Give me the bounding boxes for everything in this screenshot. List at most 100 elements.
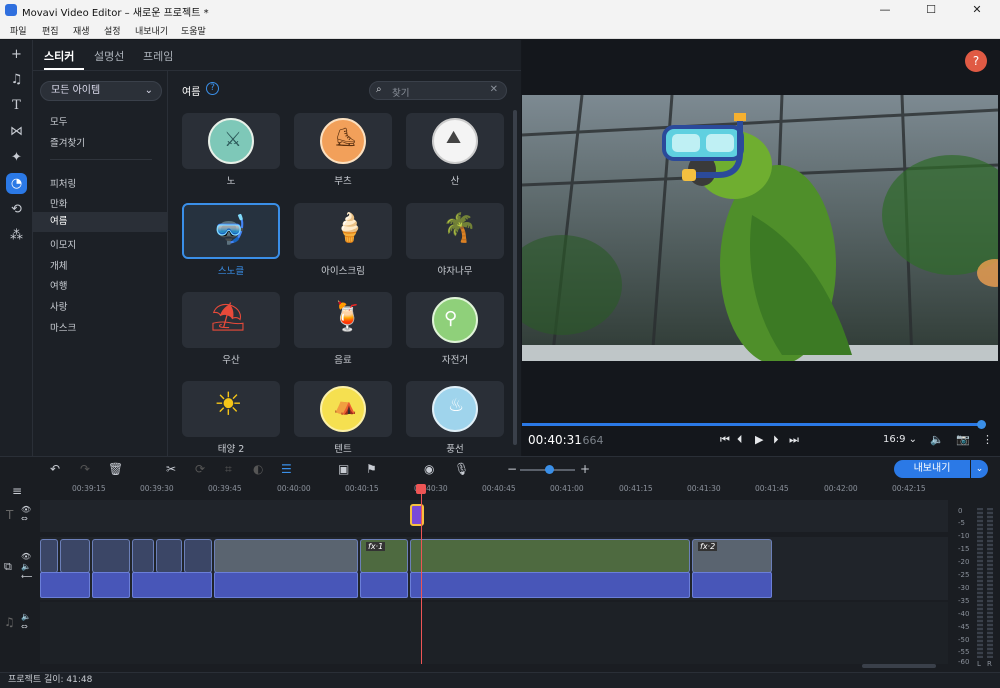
audio-clip[interactable] xyxy=(40,572,90,598)
sticker-oar[interactable]: ⚔ xyxy=(182,113,280,169)
cut-icon[interactable]: ✂ xyxy=(166,462,176,476)
stickers-icon[interactable]: ◔ xyxy=(6,173,27,194)
category-cartoon[interactable]: 만화 xyxy=(50,196,67,210)
playback-progress[interactable] xyxy=(522,423,982,426)
search-input[interactable]: 찾기 xyxy=(392,85,409,99)
sticker-sun[interactable]: ☀ xyxy=(182,381,280,437)
category-dropdown[interactable]: 모든 아이템 ⌄ xyxy=(40,81,162,101)
help-icon[interactable]: ? xyxy=(206,82,219,95)
menu-file[interactable]: 파일 xyxy=(10,24,27,37)
record-icon[interactable]: ◉ xyxy=(424,462,434,476)
play-icon[interactable]: ▶ xyxy=(755,433,763,446)
color-adjust-icon[interactable]: ◐ xyxy=(253,462,263,476)
undo-icon[interactable]: ↶ xyxy=(50,462,60,476)
video-clip[interactable] xyxy=(40,539,58,573)
video-clip[interactable]: fx·1 xyxy=(360,539,408,573)
export-button[interactable]: 내보내기 xyxy=(894,460,970,478)
video-track-controls-icon[interactable]: 👁 🔈 ⟵ xyxy=(21,552,32,582)
more-options-icon[interactable]: ⋮ xyxy=(982,433,993,446)
video-clip[interactable] xyxy=(132,539,154,573)
microphone-icon[interactable]: 🎙 xyxy=(454,462,469,476)
tab-callouts[interactable]: 설명선 xyxy=(94,48,124,64)
menu-settings[interactable]: 설정 xyxy=(104,24,121,37)
audio-clip[interactable] xyxy=(692,572,772,598)
delete-icon[interactable]: 🗑 xyxy=(108,462,123,476)
tab-frames[interactable]: 프레임 xyxy=(143,48,173,64)
marker-icon[interactable]: ⚑ xyxy=(366,462,377,476)
audio-clip[interactable] xyxy=(92,572,130,598)
overlay-icon[interactable]: ▣ xyxy=(338,462,349,476)
sticker-snorkel[interactable]: 🤿 xyxy=(182,203,280,259)
aspect-ratio-select[interactable]: 16:9 ⌄ xyxy=(883,434,917,445)
category-featured[interactable]: 피처링 xyxy=(50,176,76,190)
more-tools-icon[interactable]: ⁂ xyxy=(6,225,27,246)
transform-icon[interactable]: ⟲ xyxy=(6,199,27,220)
category-summer[interactable]: 여름 xyxy=(33,212,168,232)
playhead[interactable] xyxy=(421,486,422,664)
clear-search-icon[interactable]: ✕ xyxy=(490,84,498,95)
category-favorites[interactable]: 즐겨찾기 xyxy=(50,135,85,149)
zoom-in-icon[interactable]: + xyxy=(580,462,590,476)
audio-clip[interactable] xyxy=(132,572,212,598)
playhead-handle[interactable] xyxy=(416,484,426,494)
sticker-ice-cream[interactable]: 🍦 xyxy=(294,203,392,259)
skip-end-icon[interactable]: ⏭ xyxy=(789,433,799,447)
zoom-out-icon[interactable]: − xyxy=(507,462,517,476)
sticker-boots[interactable]: ⛸ xyxy=(294,113,392,169)
video-clip[interactable] xyxy=(92,539,130,573)
menu-help[interactable]: 도움말 xyxy=(181,24,206,37)
video-clip[interactable] xyxy=(214,539,358,573)
menu-export[interactable]: 내보내기 xyxy=(135,24,168,37)
category-love[interactable]: 사랑 xyxy=(50,299,67,313)
minimize-button[interactable]: — xyxy=(862,0,908,20)
step-back-icon[interactable]: ⏴ xyxy=(737,433,743,447)
category-travel[interactable]: 여행 xyxy=(50,278,67,292)
add-track-icon[interactable]: ≡ xyxy=(12,484,22,498)
category-objects[interactable]: 개체 xyxy=(50,258,67,272)
video-clip[interactable] xyxy=(184,539,212,573)
sticker-mountain[interactable]: ⛰ xyxy=(406,113,504,169)
redo-icon[interactable]: ↷ xyxy=(80,462,90,476)
volume-icon[interactable]: 🔈 xyxy=(930,433,944,446)
category-emoji[interactable]: 이모지 xyxy=(50,237,76,251)
sticker-drink[interactable]: 🍹 xyxy=(294,292,392,348)
audio-clip[interactable] xyxy=(214,572,358,598)
music-icon[interactable]: ♫ xyxy=(6,69,27,90)
clip-properties-icon[interactable]: ☰ xyxy=(281,462,292,476)
transitions-icon[interactable]: ⋈ xyxy=(6,121,27,142)
video-clip[interactable] xyxy=(60,539,90,573)
audio-clip[interactable] xyxy=(360,572,408,598)
tab-stickers[interactable]: 스티커 xyxy=(44,48,74,64)
video-clip[interactable] xyxy=(410,539,690,573)
audio-clip[interactable] xyxy=(410,572,690,598)
rotate-icon[interactable]: ⟳ xyxy=(195,462,205,476)
sticker-palm-tree[interactable]: 🌴 xyxy=(406,203,504,259)
snapshot-icon[interactable]: 📷 xyxy=(956,433,970,446)
maximize-button[interactable]: ☐ xyxy=(908,0,954,20)
category-masks[interactable]: 마스크 xyxy=(50,320,76,334)
menu-edit[interactable]: 편집 xyxy=(42,24,59,37)
video-clip[interactable] xyxy=(156,539,182,573)
menu-playback[interactable]: 재생 xyxy=(73,24,90,37)
close-button[interactable]: ✕ xyxy=(954,0,1000,20)
track-visibility-icon[interactable]: 👁 ⇔ xyxy=(21,505,31,523)
zoom-slider-handle[interactable] xyxy=(545,465,554,474)
sticker-umbrella[interactable]: ⛱ xyxy=(182,292,280,348)
search-box[interactable]: ⌕ 찾기 ✕ xyxy=(369,81,507,100)
titles-icon[interactable]: T xyxy=(6,95,27,116)
skip-start-icon[interactable]: ⏮ xyxy=(720,433,730,447)
effects-icon[interactable]: ✦ xyxy=(6,147,27,168)
music-track-controls-icon[interactable]: 🔈 ⇔ xyxy=(21,612,31,632)
add-media-icon[interactable]: + xyxy=(6,44,27,65)
grid-scrollbar[interactable] xyxy=(513,110,517,445)
video-clip[interactable]: fx·2 xyxy=(692,539,772,573)
sticker-balloon[interactable]: ♨ xyxy=(406,381,504,437)
step-forward-icon[interactable]: ⏵ xyxy=(773,433,779,447)
progress-handle[interactable] xyxy=(977,420,986,429)
crop-icon[interactable]: ⌗ xyxy=(225,462,232,477)
timeline-scrollbar[interactable] xyxy=(862,664,936,668)
help-button[interactable]: ? xyxy=(965,50,987,72)
sticker-bicycle[interactable]: ⚲ xyxy=(406,292,504,348)
sticker-tent[interactable]: ⛺ xyxy=(294,381,392,437)
category-all[interactable]: 모두 xyxy=(50,114,67,128)
